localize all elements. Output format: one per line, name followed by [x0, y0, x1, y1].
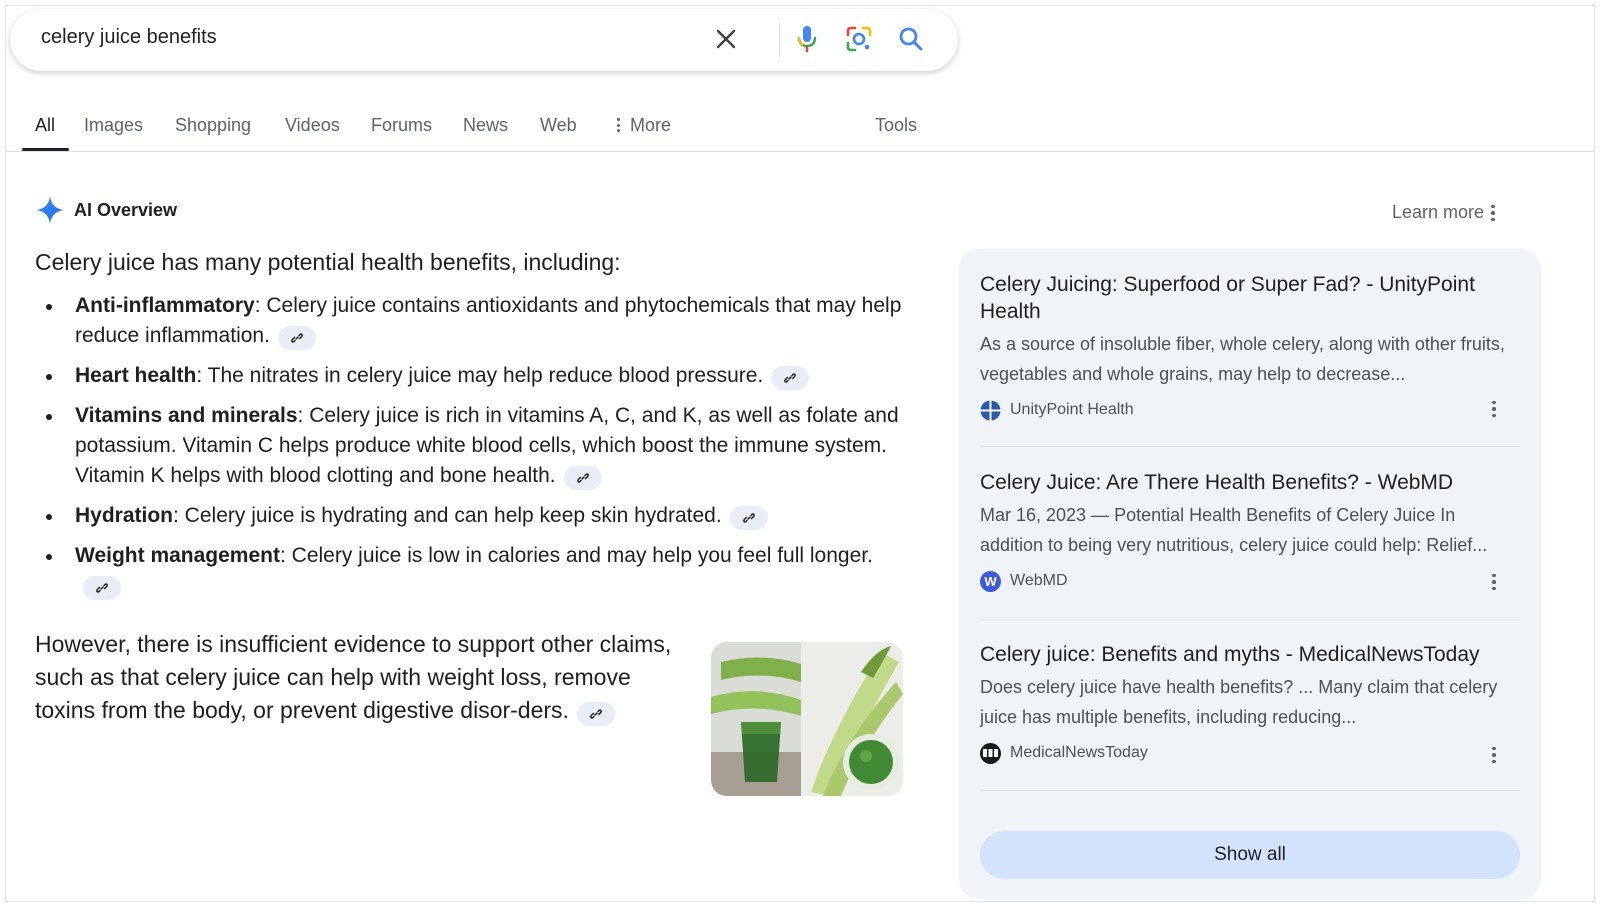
unitypoint-logo-icon	[980, 400, 1001, 421]
divider	[980, 790, 1520, 791]
tab-forums[interactable]: Forums	[371, 115, 432, 136]
source-menu-icon[interactable]	[1484, 743, 1504, 767]
ai-overview-title: AI Overview	[74, 199, 178, 220]
source-snippet: Does celery juice have health benefits? …	[980, 677, 1498, 727]
source-card[interactable]: Celery juice: Benefits and myths - Medic…	[980, 641, 1520, 765]
active-tab-indicator	[22, 148, 69, 151]
bullet-term: Hydration	[75, 504, 174, 527]
source-site: UnityPoint Health	[980, 398, 1520, 422]
search-input[interactable]: celery juice benefits	[41, 26, 217, 49]
divider	[980, 446, 1520, 447]
source-site-name: UnityPoint Health	[1010, 401, 1134, 418]
tab-shopping[interactable]: Shopping	[175, 115, 251, 136]
tab-news[interactable]: News	[463, 115, 508, 136]
bullet-term: Heart health	[75, 364, 197, 387]
microphone-icon[interactable]	[790, 22, 824, 56]
more-vert-icon	[617, 118, 620, 132]
citation-link-icon[interactable]	[83, 576, 121, 600]
clear-icon[interactable]	[709, 22, 743, 56]
bullet-text: : Celery juice is hydrating and can help…	[173, 504, 722, 527]
source-title[interactable]: Celery Juice: Are There Health Benefits?…	[980, 469, 1520, 496]
source-site-name: WebMD	[1010, 572, 1068, 589]
ai-overview-caveat: However, there is insufficient evidence …	[35, 628, 685, 727]
list-item: Anti-inflammatory: Celery juice contains…	[35, 291, 910, 351]
list-item: Vitamins and minerals: Celery juice is r…	[35, 401, 910, 491]
source-menu-icon[interactable]	[1484, 570, 1504, 594]
tab-web[interactable]: Web	[540, 115, 577, 136]
search-tabs: All Images Shopping Videos Forums News W…	[6, 96, 1594, 152]
caveat-text: However, there is insufficient evidence …	[35, 631, 672, 723]
bullet-text: : The nitrates in celery juice may help …	[196, 364, 764, 387]
bullet-text: : Celery juice is low in calories and ma…	[279, 544, 873, 567]
gemini-sparkle-icon	[36, 196, 64, 224]
medicalnewstoday-logo-icon	[980, 742, 1001, 764]
ai-overview-menu-icon[interactable]	[1483, 201, 1503, 225]
list-item: Heart health: The nitrates in celery jui…	[35, 361, 910, 391]
learn-more-link[interactable]: Learn more	[1392, 202, 1484, 223]
sources-panel: Celery Juicing: Superfood or Super Fad? …	[959, 249, 1541, 899]
source-snippet: Mar 16, 2023 — Potential Health Benefits…	[980, 505, 1488, 555]
page: celery juice benefits All Images Shoppin…	[5, 5, 1595, 902]
source-snippet: As a source of insoluble fiber, whole ce…	[980, 334, 1505, 384]
bullet-term: Anti-inflammatory	[75, 294, 255, 317]
citation-link-icon[interactable]	[771, 366, 810, 390]
tab-videos[interactable]: Videos	[285, 115, 340, 136]
bullet-term: Weight management	[75, 544, 280, 567]
citation-link-icon[interactable]	[277, 326, 316, 350]
search-divider	[779, 23, 780, 57]
source-card[interactable]: Celery Juice: Are There Health Benefits?…	[980, 469, 1520, 593]
search-icon[interactable]	[894, 22, 928, 56]
source-title[interactable]: Celery Juicing: Superfood or Super Fad? …	[980, 271, 1520, 325]
citation-link-icon[interactable]	[729, 506, 768, 530]
ai-overview-header: AI Overview	[35, 193, 177, 227]
tools-button[interactable]: Tools	[875, 115, 917, 136]
tab-all[interactable]: All	[35, 115, 55, 136]
benefits-list: Anti-inflammatory: Celery juice contains…	[35, 291, 910, 611]
celery-juice-image[interactable]	[711, 642, 903, 796]
source-menu-icon[interactable]	[1484, 397, 1504, 421]
tab-more[interactable]: More	[617, 115, 671, 136]
source-site-name: MedicalNewsToday	[1010, 744, 1148, 761]
citation-link-icon[interactable]	[576, 702, 615, 726]
tab-images[interactable]: Images	[84, 115, 143, 136]
divider	[980, 619, 1520, 620]
search-bar[interactable]: celery juice benefits	[10, 9, 958, 71]
webmd-logo-icon: W	[980, 570, 1001, 592]
google-lens-icon[interactable]	[842, 22, 876, 56]
show-all-button[interactable]: Show all	[980, 831, 1520, 879]
ai-overview-intro: Celery juice has many potential health b…	[35, 249, 621, 275]
source-card[interactable]: Celery Juicing: Superfood or Super Fad? …	[980, 271, 1520, 422]
tab-more-label: More	[630, 115, 672, 135]
source-site: MedicalNewsToday	[980, 741, 1520, 765]
citation-link-icon[interactable]	[563, 466, 602, 490]
list-item: Weight management: Celery juice is low i…	[35, 541, 910, 601]
source-title[interactable]: Celery juice: Benefits and myths - Medic…	[980, 641, 1520, 668]
bullet-term: Vitamins and minerals	[75, 404, 298, 427]
list-item: Hydration: Celery juice is hydrating and…	[35, 501, 910, 531]
source-site: W WebMD	[980, 569, 1520, 593]
